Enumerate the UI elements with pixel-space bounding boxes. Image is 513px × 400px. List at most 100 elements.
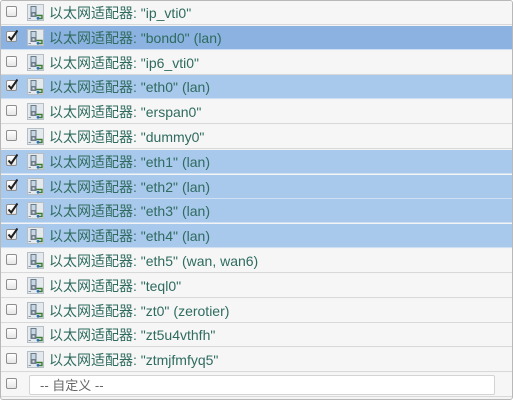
firewall-zones: (wan, wan6): [181, 253, 259, 269]
interface-label: 以太网适配器: "eth4" (lan): [49, 228, 210, 244]
adapter-type-label: 以太网适配器:: [49, 154, 137, 170]
interface-dropdown-list[interactable]: 以太网适配器: "ip_vti0" 以太网适配器: "bond0"(lan): [0, 0, 513, 400]
interface-checkbox[interactable]: [6, 153, 18, 166]
adapter-type-label: 以太网适配器:: [49, 129, 137, 145]
interface-name: "bond0": [140, 30, 190, 46]
ethernet-adapter-icon: [27, 78, 44, 95]
interface-row-1[interactable]: 以太网适配器: "bond0" (lan): [1, 26, 512, 50]
ethernet-adapter-icon: [27, 326, 44, 343]
interface-label: 以太网适配器: "zt5u4vthfh": [49, 327, 215, 343]
ethernet-adapter-icon: [27, 202, 44, 219]
adapter-type-label: 以太网适配器:: [49, 352, 137, 368]
firewall-zones: (lan): [181, 228, 210, 244]
interface-checkbox[interactable]: [6, 202, 18, 215]
interface-row-14[interactable]: 以太网适配器: "ztmjfmfyq5": [1, 348, 512, 372]
interface-checkbox[interactable]: [6, 56, 17, 67]
interface-label: 以太网适配器: "ip6_vti0": [49, 55, 199, 71]
interface-checkbox[interactable]: [6, 328, 17, 339]
interface-row-10[interactable]: 以太网适配器: "eth5" (wan, wan6): [1, 249, 512, 273]
interface-checkbox[interactable]: [6, 29, 18, 42]
interface-checkbox[interactable]: [6, 304, 17, 315]
interface-name: "ztmjfmfyq5": [140, 352, 219, 368]
check-icon: [7, 78, 18, 91]
interface-row-12[interactable]: 以太网适配器: "zt0" (zerotier): [1, 299, 512, 323]
interface-label: 以太网适配器: "ztmjfmfyq5": [49, 352, 218, 368]
adapter-type-label: 以太网适配器:: [49, 179, 137, 195]
adapter-type-label: 以太网适配器:: [49, 228, 137, 244]
interface-name: "zt0": [140, 303, 170, 319]
ethernet-adapter-icon: [27, 153, 44, 170]
ethernet-adapter-icon: [27, 351, 44, 368]
interface-row-3[interactable]: 以太网适配器: "eth0" (lan): [1, 75, 512, 99]
interface-checkbox[interactable]: [6, 227, 18, 240]
adapter-type-label: 以太网适配器:: [49, 278, 137, 294]
interface-checkbox[interactable]: [6, 353, 17, 364]
ethernet-adapter-icon: [27, 103, 44, 120]
interface-label: 以太网适配器: "eth0" (lan): [49, 79, 210, 95]
interface-name: "ip_vti0": [140, 5, 192, 21]
check-icon: [7, 202, 18, 215]
firewall-zones: (lan): [181, 154, 210, 170]
adapter-type-label: 以太网适配器:: [49, 55, 137, 71]
adapter-type-label: 以太网适配器:: [49, 327, 137, 343]
interface-name: "eth2": [140, 179, 178, 195]
interface-row-9[interactable]: 以太网适配器: "eth4" (lan): [1, 224, 512, 248]
interface-label: 以太网适配器: "eth5" (wan, wan6): [49, 253, 258, 269]
custom-checkbox[interactable]: [6, 378, 17, 389]
interface-name: "teql0": [140, 278, 182, 294]
interface-row-7[interactable]: 以太网适配器: "eth2" (lan): [1, 175, 512, 199]
ethernet-adapter-icon: [27, 178, 44, 195]
firewall-zones: (lan): [181, 203, 210, 219]
interface-name: "erspan0": [140, 104, 202, 120]
interface-row-4[interactable]: 以太网适配器: "erspan0": [1, 100, 512, 124]
firewall-zones: (lan): [181, 179, 210, 195]
interface-label: 以太网适配器: "eth2" (lan): [49, 179, 210, 195]
custom-interface-input[interactable]: [29, 375, 495, 395]
ethernet-adapter-icon: [27, 302, 44, 319]
ethernet-adapter-icon: [27, 29, 44, 46]
check-icon: [7, 178, 18, 191]
interface-label: 以太网适配器: "eth3" (lan): [49, 203, 210, 219]
ethernet-adapter-icon: [27, 227, 44, 244]
firewall-zones: (zerotier): [173, 303, 230, 319]
ethernet-adapter-icon: [27, 277, 44, 294]
interface-checkbox[interactable]: [6, 105, 17, 116]
adapter-type-label: 以太网适配器:: [49, 79, 137, 95]
interface-label: 以太网适配器: "zt0" (zerotier): [49, 303, 229, 319]
interface-name: "eth4": [140, 228, 178, 244]
adapter-type-label: 以太网适配器:: [49, 104, 137, 120]
interface-checkbox[interactable]: [6, 130, 17, 141]
check-icon: [7, 227, 18, 240]
interface-row-0[interactable]: 以太网适配器: "ip_vti0": [1, 1, 512, 25]
ethernet-adapter-icon: [27, 252, 44, 269]
adapter-type-label: 以太网适配器:: [49, 203, 137, 219]
interface-row-6[interactable]: 以太网适配器: "eth1" (lan): [1, 150, 512, 174]
interface-checkbox[interactable]: [6, 6, 17, 17]
ethernet-adapter-icon: [27, 128, 44, 145]
interface-row-8[interactable]: 以太网适配器: "eth3" (lan): [1, 199, 512, 223]
adapter-type-label: 以太网适配器:: [49, 5, 137, 21]
interface-label: 以太网适配器: "ip_vti0": [49, 5, 191, 21]
firewall-zones: (lan): [181, 79, 210, 95]
ethernet-adapter-icon: [27, 54, 44, 71]
interface-checkbox[interactable]: [6, 78, 18, 91]
custom-interface-row[interactable]: [1, 373, 512, 397]
interface-row-5[interactable]: 以太网适配器: "dummy0": [1, 125, 512, 149]
interface-row-11[interactable]: 以太网适配器: "teql0": [1, 274, 512, 298]
interface-name: "zt5u4vthfh": [140, 327, 216, 343]
interface-name: "eth3": [140, 203, 178, 219]
interface-label: 以太网适配器: "bond0" (lan): [49, 30, 222, 46]
interface-label: 以太网适配器: "teql0": [49, 278, 181, 294]
interface-row-2[interactable]: 以太网适配器: "ip6_vti0": [1, 51, 512, 75]
interface-checkbox[interactable]: [6, 254, 17, 265]
interface-checkbox[interactable]: [6, 279, 17, 290]
interface-checkbox[interactable]: [6, 178, 18, 191]
firewall-zones: (lan): [193, 30, 222, 46]
interface-label: 以太网适配器: "erspan0": [49, 104, 201, 120]
interface-label: 以太网适配器: "eth1" (lan): [49, 154, 210, 170]
interface-name: "eth1": [140, 154, 178, 170]
interface-row-13[interactable]: 以太网适配器: "zt5u4vthfh": [1, 323, 512, 347]
interface-name: "dummy0": [140, 129, 205, 145]
interface-name: "ip6_vti0": [140, 55, 199, 71]
adapter-type-label: 以太网适配器:: [49, 30, 137, 46]
